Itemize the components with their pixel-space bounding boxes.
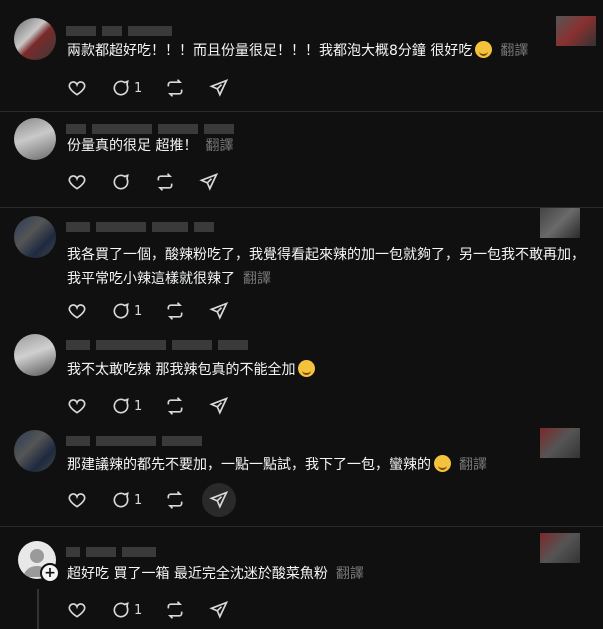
like-button[interactable] — [67, 599, 87, 621]
translate-link[interactable]: 翻譯 — [459, 457, 487, 473]
action-bar: 1 — [67, 395, 267, 417]
blurred-image — [540, 208, 580, 238]
reply-button[interactable]: 1 — [111, 77, 142, 99]
repost-icon — [167, 79, 183, 97]
comment-text: 份量真的很足 超推！ 翻譯 — [67, 138, 234, 154]
thread-line — [37, 589, 39, 629]
translate-link[interactable]: 翻譯 — [205, 138, 233, 154]
heart-icon — [68, 175, 86, 190]
comment-2: 份量真的很足 超推！ 翻譯 — [0, 112, 603, 206]
repost-button[interactable] — [165, 300, 185, 322]
share-icon — [209, 600, 229, 619]
reply-button[interactable]: 1 — [111, 489, 142, 511]
comment-icon — [113, 601, 129, 618]
like-button[interactable] — [67, 77, 87, 99]
heart-icon — [68, 399, 86, 414]
smiling-face-icon — [475, 41, 493, 58]
action-bar — [67, 171, 267, 193]
repost-button[interactable] — [165, 77, 185, 99]
comment-icon — [113, 302, 129, 319]
blurred-username[interactable] — [66, 20, 178, 36]
repost-button[interactable] — [165, 395, 185, 417]
rolling-laughing-face-icon — [298, 360, 316, 377]
comment-1: 兩款都超好吃！！！而且份量很足！！！我都泡大概8分鐘 很好吃 翻譯 1 — [0, 0, 603, 110]
comment-icon — [113, 173, 129, 190]
share-button[interactable] — [199, 171, 219, 193]
blurred-username[interactable] — [66, 541, 162, 557]
avatar[interactable] — [14, 118, 56, 160]
repost-button[interactable] — [155, 171, 175, 193]
comment-icon — [113, 79, 129, 96]
action-bar: 1 — [67, 483, 267, 517]
rolling-laughing-face-icon — [434, 455, 451, 472]
blurred-image — [556, 16, 596, 46]
reply-button[interactable]: 1 — [111, 599, 142, 621]
comment-3: 我各買了一個，酸辣粉吃了，我覺得看起來辣的加一包就夠了，另一包我不敢再加，我平常… — [0, 208, 603, 328]
avatar[interactable] — [14, 18, 56, 60]
comment-icon — [113, 491, 129, 508]
repost-icon — [167, 491, 183, 509]
like-button[interactable] — [67, 489, 87, 511]
comment-text: 我各買了一個，酸辣粉吃了，我覺得看起來辣的加一包就夠了，另一包我不敢再加，我平常… — [67, 247, 585, 287]
repost-icon — [167, 397, 183, 415]
comment-text: 我不太敢吃辣 那我辣包真的不能全加 — [67, 358, 316, 382]
repost-button[interactable] — [165, 599, 185, 621]
translate-link[interactable]: 翻譯 — [243, 271, 271, 287]
share-button[interactable] — [209, 599, 229, 621]
share-button[interactable] — [202, 483, 236, 517]
like-button[interactable] — [67, 300, 87, 322]
blurred-username[interactable] — [66, 216, 220, 232]
blurred-username[interactable] — [66, 334, 254, 350]
share-icon — [209, 490, 229, 509]
comment-text: 超好吃 買了一箱 最近完全沈迷於酸菜魚粉 翻譯 — [67, 566, 364, 582]
reply-button[interactable] — [111, 171, 131, 193]
avatar[interactable] — [14, 430, 56, 472]
repost-icon — [167, 601, 183, 619]
action-bar: 1 — [67, 300, 267, 322]
share-icon — [199, 172, 219, 191]
share-icon — [209, 301, 229, 320]
reply-button[interactable]: 1 — [111, 395, 142, 417]
add-icon[interactable]: + — [40, 563, 60, 583]
heart-icon — [68, 81, 86, 96]
translate-link[interactable]: 翻譯 — [336, 566, 364, 582]
translate-link[interactable]: 翻譯 — [500, 43, 528, 59]
action-bar: 1 — [67, 77, 267, 99]
blurred-image — [540, 428, 580, 458]
like-button[interactable] — [67, 171, 87, 193]
heart-icon — [68, 603, 86, 618]
repost-icon — [167, 302, 183, 320]
comment-icon — [113, 397, 129, 414]
heart-icon — [68, 304, 86, 319]
comment-4: 我不太敢吃辣 那我辣包真的不能全加 1 — [0, 328, 603, 422]
blurred-username[interactable] — [66, 118, 240, 134]
avatar[interactable] — [14, 216, 56, 258]
share-button[interactable] — [209, 77, 229, 99]
comment-5: 那建議辣的都先不要加，一點一點試，我下了一包，蠻辣的 翻譯 1 — [0, 422, 603, 526]
blurred-username[interactable] — [66, 430, 208, 446]
like-button[interactable] — [67, 395, 87, 417]
comment-text: 兩款都超好吃！！！而且份量很足！！！我都泡大概8分鐘 很好吃 翻譯 — [67, 41, 529, 59]
share-icon — [209, 78, 229, 97]
action-bar: 1 — [67, 599, 267, 621]
share-icon — [209, 396, 229, 415]
comment-6: + 超好吃 買了一箱 最近完全沈迷於酸菜魚粉 翻譯 1 — [0, 527, 603, 629]
share-button[interactable] — [209, 395, 229, 417]
repost-icon — [157, 173, 173, 191]
avatar[interactable] — [14, 334, 56, 376]
heart-icon — [68, 493, 86, 508]
share-button[interactable] — [209, 300, 229, 322]
blurred-image — [540, 533, 580, 563]
comment-text: 那建議辣的都先不要加，一點一點試，我下了一包，蠻辣的 翻譯 — [67, 455, 487, 473]
reply-button[interactable]: 1 — [111, 300, 142, 322]
repost-button[interactable] — [165, 489, 185, 511]
